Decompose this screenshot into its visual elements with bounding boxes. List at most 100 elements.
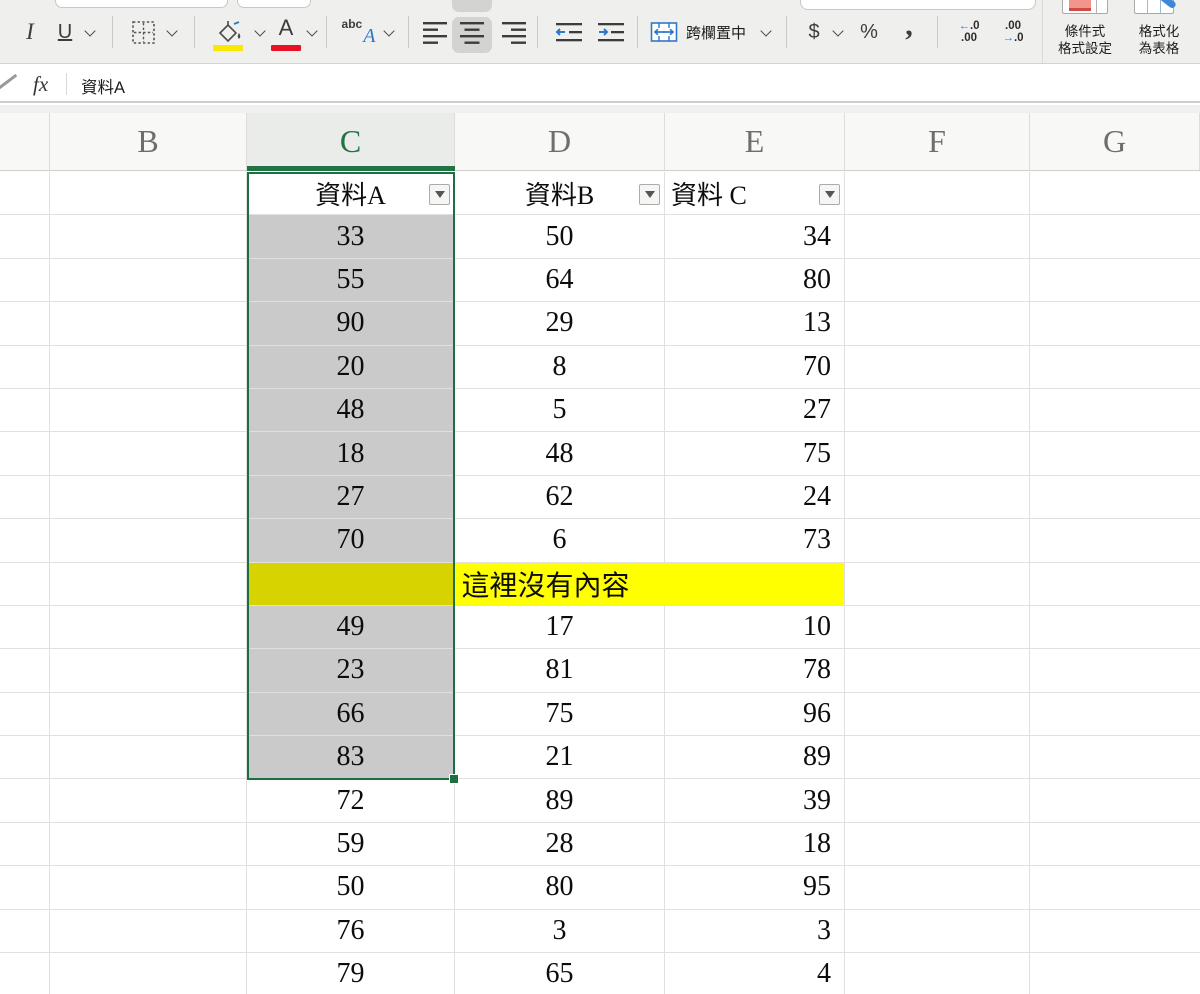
cell[interactable] (1030, 389, 1200, 431)
cell-e[interactable]: 70 (665, 346, 845, 388)
cell[interactable] (1030, 693, 1200, 735)
cell-d[interactable]: 48 (455, 432, 665, 474)
cell[interactable] (845, 389, 1030, 431)
underline-button[interactable]: U (50, 12, 80, 52)
cell[interactable] (0, 215, 50, 257)
cell-d[interactable]: 21 (455, 736, 665, 778)
cell[interactable] (0, 476, 50, 518)
cell-d[interactable]: 89 (455, 779, 665, 821)
cell[interactable] (50, 693, 247, 735)
cell-c[interactable]: 27 (247, 476, 455, 518)
cell-d[interactable]: 65 (455, 953, 665, 994)
cell-c[interactable]: 23 (247, 649, 455, 691)
cell[interactable] (845, 346, 1030, 388)
cell[interactable] (845, 432, 1030, 474)
cell[interactable] (0, 346, 50, 388)
cell[interactable] (50, 432, 247, 474)
cell[interactable] (50, 259, 247, 301)
cell-c[interactable]: 50 (247, 866, 455, 908)
merge-center-button[interactable]: 跨欄置中 (650, 12, 746, 52)
cell[interactable] (0, 606, 50, 648)
cell[interactable] (0, 649, 50, 691)
cell-e[interactable]: 96 (665, 693, 845, 735)
cell[interactable] (0, 953, 50, 994)
cell-c[interactable]: 72 (247, 779, 455, 821)
cell[interactable] (0, 736, 50, 778)
cell-e[interactable]: 27 (665, 389, 845, 431)
cell-e[interactable]: 18 (665, 823, 845, 865)
decrease-decimal-button[interactable]: ←.0 .00 (948, 12, 990, 52)
cell-c[interactable]: 70 (247, 519, 455, 561)
cell-d[interactable]: 29 (455, 302, 665, 344)
cell-e[interactable]: 3 (665, 910, 845, 952)
cell-d[interactable]: 5 (455, 389, 665, 431)
cell-c[interactable]: 76 (247, 910, 455, 952)
cell-c[interactable]: 20 (247, 346, 455, 388)
cell-c[interactable]: 18 (247, 432, 455, 474)
cell[interactable] (0, 259, 50, 301)
cell[interactable] (0, 693, 50, 735)
cell[interactable] (50, 389, 247, 431)
table-header-C[interactable]: 資料A (247, 172, 455, 214)
column-header-D[interactable]: D (455, 113, 665, 170)
fill-color-chevron-icon[interactable] (254, 25, 265, 36)
cell-e[interactable]: 75 (665, 432, 845, 474)
phonetic-guide-button[interactable]: abcA (336, 12, 380, 52)
align-center-button[interactable] (455, 12, 489, 52)
cell[interactable] (50, 910, 247, 952)
cell[interactable] (845, 606, 1030, 648)
increase-decimal-button[interactable]: .00 →.0 (992, 12, 1034, 52)
phonetic-chevron-icon[interactable] (383, 25, 394, 36)
cell-e[interactable]: 24 (665, 476, 845, 518)
cell[interactable] (0, 389, 50, 431)
cell[interactable] (50, 823, 247, 865)
cell-c[interactable]: 66 (247, 693, 455, 735)
table-header-D[interactable]: 資料B (455, 172, 665, 214)
cell[interactable] (50, 563, 247, 605)
cell-d[interactable]: 6 (455, 519, 665, 561)
cell[interactable] (0, 172, 50, 214)
column-header-E[interactable]: E (665, 113, 845, 170)
cell[interactable] (845, 779, 1030, 821)
italic-button[interactable]: I (16, 12, 44, 52)
align-right-button[interactable] (497, 12, 531, 52)
cell[interactable] (1030, 649, 1200, 691)
cell-c[interactable]: 33 (247, 215, 455, 257)
cell[interactable] (1030, 563, 1200, 605)
cell[interactable] (845, 736, 1030, 778)
percent-format-button[interactable]: % (854, 12, 884, 52)
cell[interactable] (845, 519, 1030, 561)
column-header-stub[interactable] (0, 113, 50, 170)
cell[interactable] (0, 563, 50, 605)
cell[interactable] (0, 779, 50, 821)
cell-e[interactable]: 4 (665, 953, 845, 994)
cell[interactable] (0, 823, 50, 865)
cell[interactable] (1030, 953, 1200, 994)
cell-e[interactable]: 89 (665, 736, 845, 778)
cell-d[interactable]: 62 (455, 476, 665, 518)
cell[interactable] (1030, 910, 1200, 952)
filter-button[interactable] (639, 184, 660, 205)
cell[interactable] (1030, 302, 1200, 344)
font-color-button[interactable]: A (268, 8, 304, 48)
column-header-F[interactable]: F (845, 113, 1030, 170)
cell-d[interactable]: 81 (455, 649, 665, 691)
cell[interactable] (0, 302, 50, 344)
cell-e[interactable]: 73 (665, 519, 845, 561)
currency-format-button[interactable]: $ (802, 12, 826, 52)
cell[interactable] (50, 953, 247, 994)
cell[interactable] (845, 259, 1030, 301)
cell-e[interactable]: 13 (665, 302, 845, 344)
underline-chevron-icon[interactable] (84, 25, 95, 36)
cell[interactable] (1030, 476, 1200, 518)
cell[interactable] (845, 302, 1030, 344)
column-header-B[interactable]: B (50, 113, 247, 170)
cell-d[interactable]: 17 (455, 606, 665, 648)
cell-d[interactable]: 28 (455, 823, 665, 865)
font-size-input[interactable] (237, 0, 311, 8)
format-as-table-button[interactable]: 格式化 為表格 (1128, 18, 1190, 62)
cell[interactable] (50, 736, 247, 778)
cell[interactable] (845, 866, 1030, 908)
table-header-E[interactable]: 資料 C (665, 172, 845, 214)
cell-e[interactable]: 39 (665, 779, 845, 821)
